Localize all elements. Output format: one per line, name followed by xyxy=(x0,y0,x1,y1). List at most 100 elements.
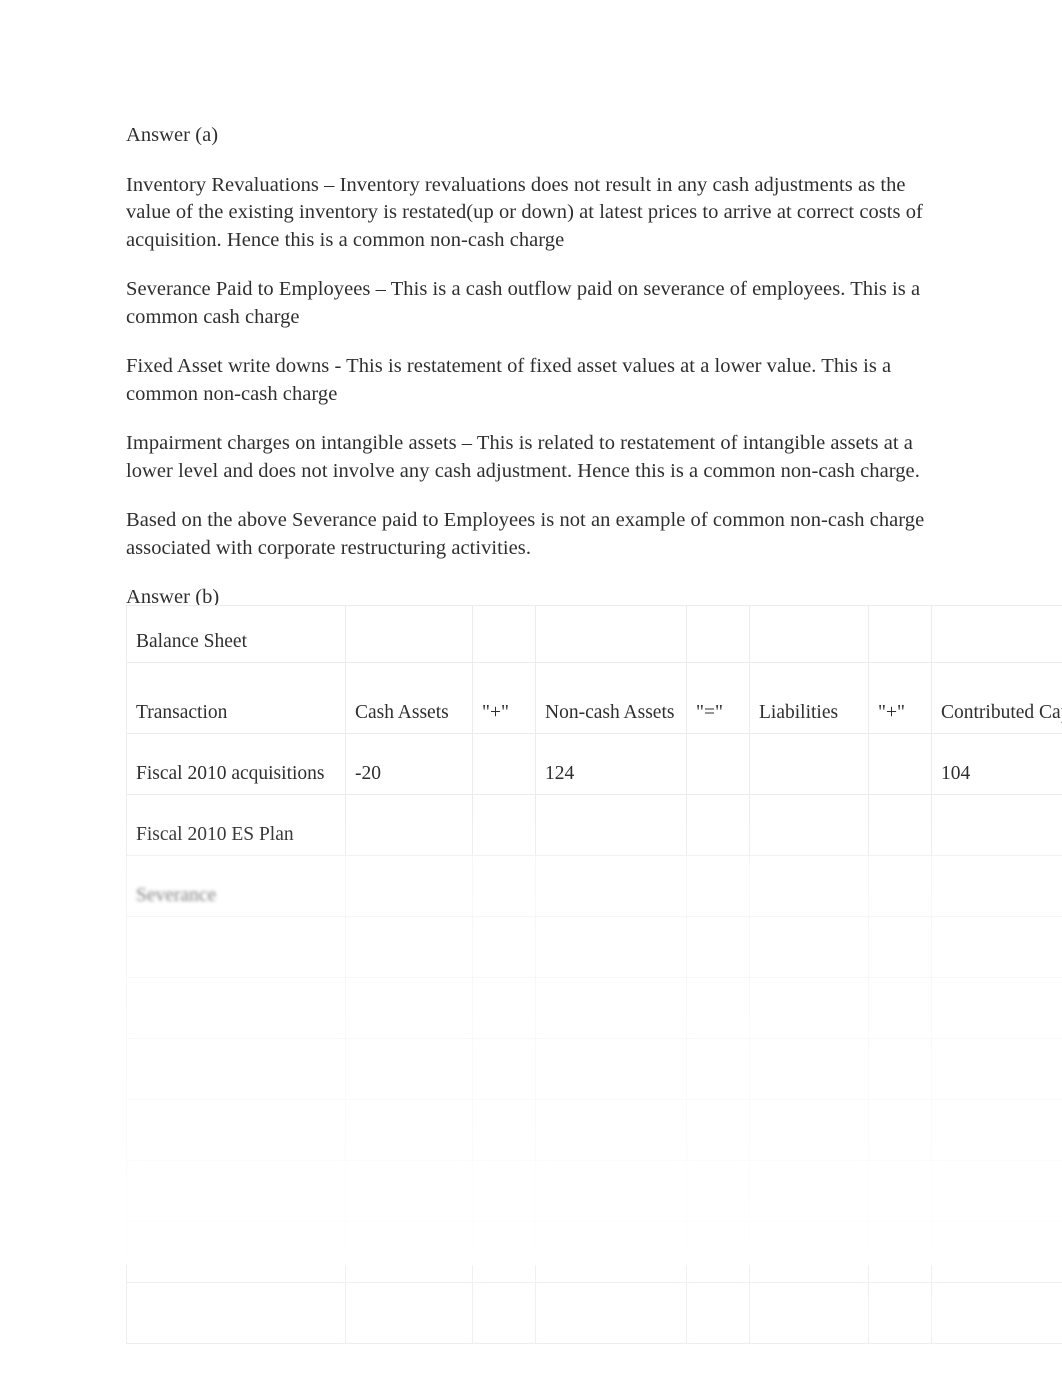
cell-operator-equals xyxy=(686,916,750,978)
cell-transaction xyxy=(126,1038,346,1100)
cell-liabilities xyxy=(749,977,869,1039)
cell-transaction: Severance xyxy=(126,855,346,917)
table-row: Severance xyxy=(126,855,1062,917)
paragraph-inventory-revaluations: Inventory Revaluations – Inventory reval… xyxy=(126,173,923,251)
answer-body: Answer (a) Inventory Revaluations – Inve… xyxy=(126,122,942,634)
balance-sheet-table-body: Balance Sheet Transaction Cash Assets "+… xyxy=(126,605,1062,1344)
balance-sheet-table: Balance Sheet Transaction Cash Assets "+… xyxy=(126,605,1062,1344)
table-row: Fiscal 2010 ES Plan xyxy=(126,794,1062,856)
table-title-row: Balance Sheet xyxy=(126,605,1062,663)
cell-transaction xyxy=(126,916,346,978)
table-row xyxy=(126,1221,1062,1283)
cell-operator-equals xyxy=(686,1038,750,1100)
cell-noncash-assets xyxy=(535,977,687,1039)
cell-contributed-capital xyxy=(931,855,1062,917)
document-page: Answer (a) Inventory Revaluations – Inve… xyxy=(0,0,1062,1377)
cell-operator-equals xyxy=(686,1282,750,1344)
cell-cash-assets xyxy=(345,916,473,978)
cell-noncash-assets xyxy=(535,1282,687,1344)
cell-liabilities xyxy=(749,733,869,795)
paragraph-impairment-charges: Impairment charges on intangible assets … xyxy=(126,432,920,482)
cell-operator-plus-1 xyxy=(472,1282,536,1344)
cell-operator-equals xyxy=(686,733,750,795)
table-row xyxy=(126,1038,1062,1100)
cell-transaction: Fiscal 2010 ES Plan xyxy=(126,794,346,856)
cell-liabilities xyxy=(749,1099,869,1161)
answer-a-heading: Answer (a) xyxy=(126,124,219,146)
table-title-spacer-6 xyxy=(868,605,932,663)
cell-operator-plus-2 xyxy=(868,977,932,1039)
cell-liabilities xyxy=(749,794,869,856)
table-title-spacer-2 xyxy=(472,605,536,663)
table-title-spacer-3 xyxy=(535,605,687,663)
paragraph-fixed-asset-write-downs: Fixed Asset write downs - This is restat… xyxy=(126,355,892,405)
header-operator-plus-2: "+" xyxy=(868,662,932,734)
cell-operator-plus-2 xyxy=(868,733,932,795)
cell-operator-plus-1 xyxy=(472,855,536,917)
cell-cash-assets: -20 xyxy=(345,733,473,795)
cell-operator-plus-1 xyxy=(472,794,536,856)
cell-cash-assets xyxy=(345,855,473,917)
cell-contributed-capital xyxy=(931,1038,1062,1100)
cell-contributed-capital: 104 xyxy=(931,733,1062,795)
paragraph-conclusion: Based on the above Severance paid to Emp… xyxy=(126,509,925,559)
cell-liabilities xyxy=(749,1282,869,1344)
cell-operator-plus-1 xyxy=(472,916,536,978)
cell-transaction xyxy=(126,1099,346,1161)
cell-transaction xyxy=(126,1160,346,1222)
cell-noncash-assets: 124 xyxy=(535,733,687,795)
cell-operator-plus-2 xyxy=(868,1099,932,1161)
cell-cash-assets xyxy=(345,1099,473,1161)
cell-contributed-capital xyxy=(931,794,1062,856)
table-header-row: Transaction Cash Assets "+" Non-cash Ass… xyxy=(126,662,1062,734)
cell-operator-plus-1 xyxy=(472,977,536,1039)
cell-liabilities xyxy=(749,1038,869,1100)
cell-contributed-capital xyxy=(931,1099,1062,1161)
cell-operator-plus-2 xyxy=(868,1221,932,1283)
cell-cash-assets xyxy=(345,1221,473,1283)
cell-noncash-assets xyxy=(535,1160,687,1222)
cell-contributed-capital xyxy=(931,1160,1062,1222)
cell-operator-plus-1 xyxy=(472,1038,536,1100)
header-contributed-capital: Contributed Capital xyxy=(931,662,1062,734)
cell-liabilities xyxy=(749,1221,869,1283)
cell-noncash-assets xyxy=(535,1038,687,1100)
balance-sheet-table-wrapper: Balance Sheet Transaction Cash Assets "+… xyxy=(126,605,1062,1344)
cell-operator-equals xyxy=(686,977,750,1039)
table-title-cell: Balance Sheet xyxy=(126,605,346,663)
cell-contributed-capital xyxy=(931,1221,1062,1283)
cell-transaction xyxy=(126,1282,346,1344)
table-row: Fiscal 2010 acquisitions -20 124 104 xyxy=(126,733,1062,795)
cell-operator-plus-2 xyxy=(868,1160,932,1222)
cell-liabilities xyxy=(749,1160,869,1222)
cell-operator-plus-2 xyxy=(868,855,932,917)
table-title-spacer-1 xyxy=(345,605,473,663)
cell-operator-plus-1 xyxy=(472,733,536,795)
cell-operator-equals xyxy=(686,1221,750,1283)
header-cash-assets: Cash Assets xyxy=(345,662,473,734)
cell-operator-equals xyxy=(686,1160,750,1222)
header-operator-plus-1: "+" xyxy=(472,662,536,734)
cell-liabilities xyxy=(749,916,869,978)
cell-operator-equals xyxy=(686,1099,750,1161)
cell-noncash-assets xyxy=(535,1099,687,1161)
cell-contributed-capital xyxy=(931,1282,1062,1344)
table-row xyxy=(126,1099,1062,1161)
cell-operator-plus-2 xyxy=(868,916,932,978)
cell-noncash-assets xyxy=(535,1221,687,1283)
table-row xyxy=(126,916,1062,978)
header-operator-equals: "=" xyxy=(686,662,750,734)
cell-operator-equals xyxy=(686,794,750,856)
cell-transaction xyxy=(126,977,346,1039)
cell-operator-plus-2 xyxy=(868,794,932,856)
cell-contributed-capital xyxy=(931,916,1062,978)
cell-operator-plus-2 xyxy=(868,1282,932,1344)
header-transaction: Transaction xyxy=(126,662,346,734)
cell-operator-plus-1 xyxy=(472,1160,536,1222)
cell-cash-assets xyxy=(345,977,473,1039)
cell-cash-assets xyxy=(345,1038,473,1100)
cell-operator-plus-1 xyxy=(472,1099,536,1161)
cell-noncash-assets xyxy=(535,855,687,917)
header-noncash-assets: Non-cash Assets xyxy=(535,662,687,734)
cell-operator-plus-2 xyxy=(868,1038,932,1100)
